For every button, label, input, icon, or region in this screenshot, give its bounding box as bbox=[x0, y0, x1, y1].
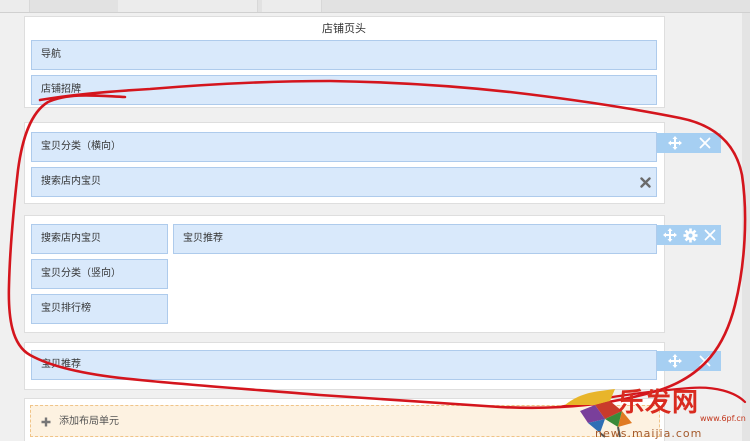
watermark-brand: 乐发网 bbox=[618, 388, 700, 418]
close-icon[interactable] bbox=[698, 354, 712, 368]
module-ranking[interactable]: 宝贝排行榜 bbox=[31, 294, 168, 324]
row1-toolbar bbox=[657, 133, 721, 153]
module-search-side[interactable]: 搜索店内宝贝 bbox=[31, 224, 168, 254]
module-category-horizontal[interactable]: 宝贝分类（横向） bbox=[31, 132, 657, 162]
top-tab bbox=[262, 0, 322, 12]
move-icon[interactable] bbox=[662, 227, 678, 243]
browser-top-strip bbox=[0, 0, 750, 13]
module-nav[interactable]: 导航 bbox=[31, 40, 657, 70]
close-icon[interactable] bbox=[698, 136, 712, 150]
shop-header-title: 店铺页头 bbox=[322, 22, 366, 35]
row3-toolbar bbox=[657, 351, 721, 371]
module-shop-sign[interactable]: 店铺招牌 bbox=[31, 75, 657, 105]
close-icon[interactable] bbox=[703, 228, 717, 242]
delete-icon[interactable] bbox=[640, 177, 651, 188]
top-tab bbox=[118, 0, 258, 12]
gear-icon[interactable] bbox=[682, 227, 698, 243]
module-search-wide[interactable]: 搜索店内宝贝 bbox=[31, 167, 657, 197]
plus-icon bbox=[41, 417, 51, 427]
row2-toolbar bbox=[657, 225, 721, 245]
add-layout-unit-label: 添加布局单元 bbox=[59, 416, 119, 427]
move-icon[interactable] bbox=[667, 353, 683, 369]
module-recommend-main[interactable]: 宝贝推荐 bbox=[173, 224, 657, 254]
watermark-subdomain: news.maijia.com bbox=[595, 427, 703, 440]
module-category-vertical[interactable]: 宝贝分类（竖向） bbox=[31, 259, 168, 289]
watermark-url: www.6pf.cn bbox=[700, 414, 746, 423]
top-tab bbox=[0, 0, 30, 12]
move-icon[interactable] bbox=[667, 135, 683, 151]
